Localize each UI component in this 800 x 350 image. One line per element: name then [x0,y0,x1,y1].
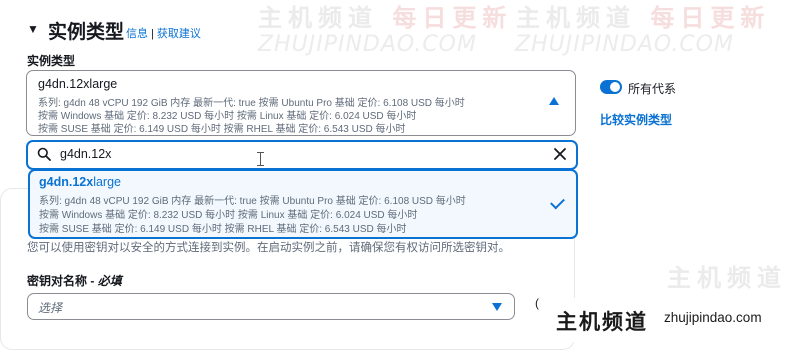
brand-url: zhujipindao.com [664,310,762,325]
instance-search-input[interactable]: g4dn.12x [26,140,578,170]
spec-line: 按需 SUSE 基础 定价: 6.149 USD 每小时 按需 RHEL 基础 … [38,124,406,135]
header-links: 信息 | 获取建议 [126,28,201,40]
watermark-cn: 主机频道 [667,263,787,292]
info-link[interactable]: 信息 [126,28,148,40]
all-generations-label: 所有代系 [628,82,677,96]
clear-icon[interactable] [553,147,567,161]
required-marker: 必填 [97,274,122,288]
key-pair-label: 密钥对名称 - 必填 [27,274,122,288]
spec-line: 系列: g4dn 48 vCPU 192 GiB 内存 最新一代: true 按… [39,196,466,207]
watermark-cn: 主机频道 每日更新 [258,3,513,32]
get-advice-link[interactable]: 获取建议 [157,28,201,40]
watermark-en: ZHUJIPINDAO.COM [258,32,477,57]
all-generations-toggle[interactable] [600,80,622,94]
compare-instance-types-link[interactable]: 比较实例类型 [600,111,672,128]
text-cursor-icon [257,152,264,166]
expand-arrow-icon[interactable]: ▼ [27,22,39,36]
search-value: g4dn.12x [60,147,112,161]
brand-banner: 主机频道 zhujipindao.com [540,298,800,342]
section-title: 实例类型 [48,22,125,43]
instance-type-label: 实例类型 [27,54,76,68]
option-name: g4dn.12xlarge [39,175,121,189]
watermark-cn: 主机频道 每日更新 [516,3,771,32]
key-pair-placeholder: 选择 [38,301,63,315]
search-icon [37,147,51,161]
instance-option[interactable]: g4dn.12xlarge 系列: g4dn 48 vCPU 192 GiB 内… [28,169,578,239]
partial-text: ( [535,296,539,310]
spec-line: 按需 SUSE 基础 定价: 6.149 USD 每小时 按需 RHEL 基础 … [39,224,407,235]
caret-up-icon[interactable] [549,97,559,105]
spec-line: 按需 Windows 基础 定价: 8.232 USD 每小时 按需 Linux… [39,210,418,221]
toggle-knob [610,82,620,92]
key-pair-select[interactable]: 选择 [27,293,515,320]
selected-instance-name: g4dn.12xlarge [38,77,118,91]
watermark-en: ZHUJIPINDAO.COM [515,32,734,57]
instance-type-select[interactable]: g4dn.12xlarge 系列: g4dn 48 vCPU 192 GiB 内… [26,70,576,136]
check-icon [550,194,565,210]
key-pair-description: 您可以使用密钥对以安全的方式连接到实例。在启动实例之前，请确保您有权访问所选密钥… [27,242,510,254]
brand-name: 主机频道 [556,311,648,334]
caret-down-icon[interactable] [492,303,502,311]
